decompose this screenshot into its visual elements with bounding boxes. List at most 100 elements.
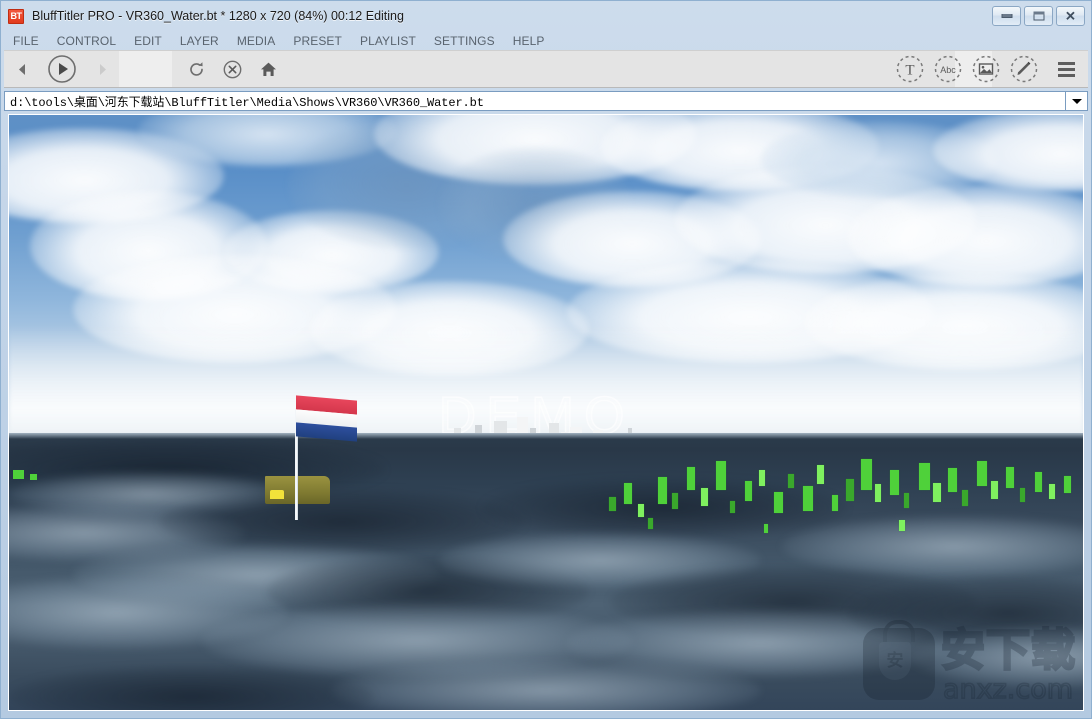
wave xyxy=(911,626,1083,688)
wave xyxy=(331,660,761,710)
hamburger-line xyxy=(1057,67,1075,71)
reed xyxy=(764,523,769,533)
cloud xyxy=(503,191,761,287)
reed xyxy=(657,477,668,505)
cloud xyxy=(932,115,1083,192)
cloud xyxy=(599,115,879,192)
svg-text:T: T xyxy=(905,63,914,79)
wave xyxy=(9,577,289,650)
menu-help[interactable]: HELP xyxy=(513,34,556,48)
render-preview[interactable]: DEMO xyxy=(8,114,1084,711)
cloud xyxy=(30,191,267,300)
stop-button[interactable] xyxy=(214,51,250,87)
refresh-button[interactable] xyxy=(178,51,214,87)
bt-app-icon xyxy=(8,8,24,24)
cloud xyxy=(9,127,224,224)
menu-preset[interactable]: PRESET xyxy=(293,34,353,48)
reed xyxy=(1063,475,1071,494)
wave xyxy=(567,610,955,677)
cloud xyxy=(846,185,1083,287)
boat-cabin xyxy=(269,490,285,499)
previous-button[interactable] xyxy=(4,51,40,87)
wave xyxy=(202,604,632,677)
reed xyxy=(638,504,644,517)
path-bar[interactable] xyxy=(4,91,1066,111)
minimize-button[interactable] xyxy=(992,6,1021,26)
toolbar-panel-divider xyxy=(119,51,172,87)
layer-tools: T Abc xyxy=(891,50,1088,88)
cloud xyxy=(438,146,632,262)
menu-control[interactable]: CONTROL xyxy=(57,34,127,48)
reed xyxy=(730,500,735,514)
menu-settings[interactable]: SETTINGS xyxy=(434,34,506,48)
home-button[interactable] xyxy=(250,51,286,87)
hamburger-line xyxy=(1057,73,1075,77)
reed xyxy=(947,468,957,492)
green-reeds-left xyxy=(9,463,52,487)
reed xyxy=(802,486,813,512)
reed xyxy=(962,489,968,506)
wave xyxy=(9,505,246,561)
main-menu-button[interactable] xyxy=(1049,51,1083,87)
reed xyxy=(1020,488,1026,503)
dutch-flag xyxy=(264,394,370,523)
reed xyxy=(1049,484,1055,499)
maximize-button[interactable] xyxy=(1024,6,1053,26)
path-input[interactable] xyxy=(10,94,1065,108)
cloud xyxy=(137,115,396,166)
title-bar: BluffTitler PRO - VR360_Water.bt * 1280 … xyxy=(1,1,1091,31)
next-button xyxy=(84,51,120,87)
reed xyxy=(609,496,616,512)
add-effect-layer-button[interactable] xyxy=(1005,50,1043,88)
chevron-down-icon xyxy=(1071,98,1082,104)
reed xyxy=(991,480,998,499)
sky-background xyxy=(9,115,1083,434)
cloud xyxy=(288,121,525,249)
horizon-haze xyxy=(9,433,1083,440)
reed xyxy=(904,493,910,508)
window-controls: ✕ xyxy=(992,6,1085,26)
add-picture-layer-button[interactable] xyxy=(967,50,1005,88)
scene-3d: DEMO xyxy=(9,115,1083,710)
close-button[interactable]: ✕ xyxy=(1056,6,1085,26)
reed xyxy=(918,463,930,490)
reed xyxy=(875,484,882,503)
reed xyxy=(889,470,900,496)
maximize-icon xyxy=(1033,11,1044,21)
menu-file[interactable]: FILE xyxy=(13,34,50,48)
wave xyxy=(846,577,1083,650)
green-reeds xyxy=(600,454,1083,543)
menu-edit[interactable]: EDIT xyxy=(134,34,173,48)
add-text-layer-button[interactable]: T xyxy=(891,50,929,88)
reed xyxy=(701,488,708,506)
reed xyxy=(744,480,753,501)
cloud xyxy=(760,121,998,198)
add-font-layer-button[interactable]: Abc xyxy=(929,50,967,88)
main-toolbar: T Abc xyxy=(4,50,1088,88)
reed xyxy=(13,470,25,480)
reed xyxy=(715,461,727,490)
reed xyxy=(933,482,941,503)
menu-media[interactable]: MEDIA xyxy=(237,34,287,48)
reed xyxy=(831,495,839,512)
path-dropdown-button[interactable] xyxy=(1066,91,1088,111)
wave xyxy=(9,665,375,710)
reed xyxy=(976,461,987,487)
play-button[interactable] xyxy=(40,51,84,87)
menu-playlist[interactable]: PLAYLIST xyxy=(360,34,427,48)
application-window: BluffTitler PRO - VR360_Water.bt * 1280 … xyxy=(0,0,1092,719)
menu-layer[interactable]: LAYER xyxy=(180,34,230,48)
reed xyxy=(788,473,794,489)
reed xyxy=(1005,466,1015,489)
reed xyxy=(759,470,766,487)
playback-controls xyxy=(4,51,120,87)
reed xyxy=(672,493,678,510)
reed xyxy=(817,464,825,485)
reed xyxy=(686,466,696,490)
reed xyxy=(648,518,653,530)
flag-cloth xyxy=(296,394,358,442)
svg-text:Abc: Abc xyxy=(940,65,956,75)
path-bar-row xyxy=(4,90,1088,112)
reed xyxy=(773,491,783,514)
close-icon: ✕ xyxy=(1065,8,1076,24)
